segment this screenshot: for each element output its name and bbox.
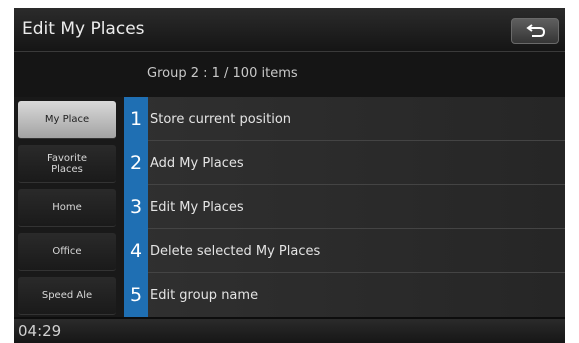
category-sidebar: My Place Favorite Places Home Office Spe…: [14, 97, 124, 317]
sidebar-item-label: Speed Ale: [41, 290, 93, 301]
sidebar-item-home[interactable]: Home: [18, 189, 116, 227]
menu-item-edit-my-places[interactable]: 3 Edit My Places: [124, 185, 565, 229]
title-bar: Edit My Places: [14, 8, 565, 52]
clock: 04:29: [18, 322, 62, 340]
sidebar-item-label: Home: [52, 202, 82, 213]
number-badge: 1: [124, 97, 148, 141]
back-arrow-icon: [526, 24, 546, 37]
page-title: Edit My Places: [22, 19, 145, 39]
menu-item-store-current-position[interactable]: 1 Store current position: [124, 97, 565, 141]
sidebar-item-label: Office: [52, 246, 82, 257]
group-info: Group 2 : 1 / 100 items: [147, 66, 298, 81]
screen-frame: Edit My Places Group 2 : 1 / 100 items M…: [14, 8, 565, 343]
menu-item-edit-group-name[interactable]: 5 Edit group name: [124, 273, 565, 317]
back-button[interactable]: [511, 18, 559, 44]
number-badge: 2: [124, 141, 148, 185]
number-badge: 4: [124, 229, 148, 273]
number-badge: 5: [124, 273, 148, 317]
menu-item-label: Edit My Places: [150, 200, 244, 215]
sidebar-item-label: My Place: [44, 114, 90, 125]
menu-item-label: Add My Places: [150, 156, 244, 171]
group-info-row: Group 2 : 1 / 100 items: [14, 52, 565, 97]
status-bar: 04:29: [14, 319, 565, 343]
menu-item-add-my-places[interactable]: 2 Add My Places: [124, 141, 565, 185]
sidebar-item-speed-alert[interactable]: Speed Ale: [18, 277, 116, 315]
number-badge: 3: [124, 185, 148, 229]
menu-item-label: Delete selected My Places: [150, 244, 321, 259]
menu-item-label: Store current position: [150, 112, 292, 127]
sidebar-item-label: Favorite Places: [47, 152, 87, 175]
options-menu: 1 Store current position 2 Add My Places…: [124, 97, 565, 317]
sidebar-item-my-place[interactable]: My Place: [18, 101, 116, 139]
sidebar-item-office[interactable]: Office: [18, 233, 116, 271]
menu-item-label: Edit group name: [150, 288, 259, 303]
menu-item-delete-selected-my-places[interactable]: 4 Delete selected My Places: [124, 229, 565, 273]
sidebar-item-favorite-places[interactable]: Favorite Places: [18, 145, 116, 183]
